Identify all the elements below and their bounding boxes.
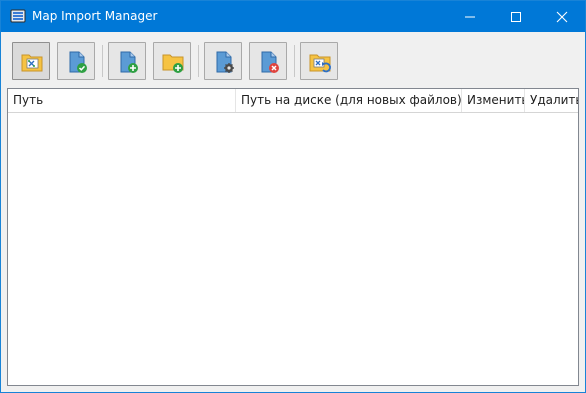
approve-file-button[interactable] [57, 42, 95, 80]
add-file-button[interactable] [108, 42, 146, 80]
grid-header: Путь Путь на диске (для новых файлов) Из… [8, 89, 578, 113]
column-header-disk-path[interactable]: Путь на диске (для новых файлов) [236, 89, 462, 112]
file-remove-icon [261, 51, 279, 73]
window-title: Map Import Manager [32, 9, 158, 23]
minimize-icon [465, 16, 475, 18]
app-icon [10, 9, 26, 23]
remove-file-button[interactable] [249, 42, 287, 80]
grid-body[interactable] [8, 113, 578, 385]
column-header-path[interactable]: Путь [8, 89, 236, 112]
folder-add-icon [162, 54, 184, 73]
import-map-button[interactable] [12, 42, 50, 80]
folder-map-refresh-icon [309, 54, 331, 73]
toolbar-separator [198, 45, 199, 77]
maximize-button[interactable] [493, 1, 539, 32]
minimize-button[interactable] [447, 1, 493, 32]
close-button[interactable] [539, 1, 585, 32]
title-bar[interactable]: Map Import Manager [1, 1, 585, 32]
toolbar [1, 32, 585, 86]
file-add-icon [120, 51, 138, 73]
toolbar-separator [102, 45, 103, 77]
file-check-icon [69, 51, 87, 73]
close-icon [556, 11, 568, 23]
app-window: Map Import Manager Путь Путь на диске (д… [0, 0, 586, 393]
column-header-edit[interactable]: Изменить [462, 89, 525, 112]
folder-map-icon [21, 54, 43, 72]
files-grid[interactable]: Путь Путь на диске (для новых файлов) Из… [7, 88, 579, 386]
file-settings-button[interactable] [204, 42, 242, 80]
column-header-delete[interactable]: Удалить [525, 89, 578, 112]
toolbar-separator [294, 45, 295, 77]
file-gear-icon [216, 51, 234, 73]
maximize-icon [511, 12, 521, 22]
update-map-button[interactable] [300, 42, 338, 80]
add-folder-button[interactable] [153, 42, 191, 80]
